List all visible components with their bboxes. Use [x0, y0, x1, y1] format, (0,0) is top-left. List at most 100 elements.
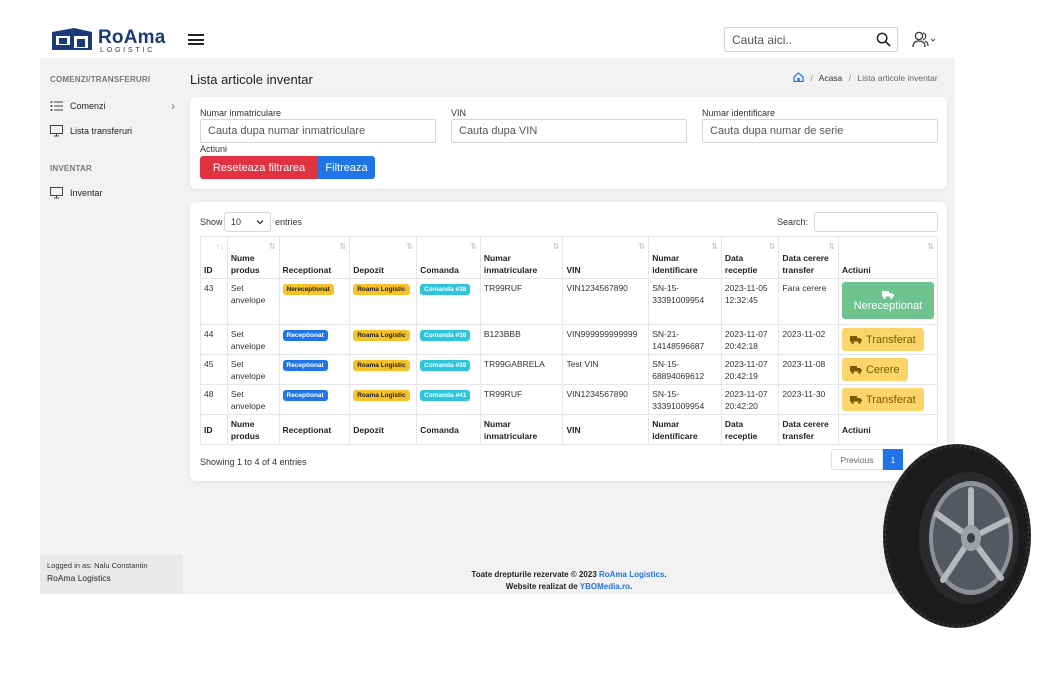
status-badge: Receptionat	[282, 360, 328, 371]
previous-page-button[interactable]: Previous	[831, 449, 883, 470]
breadcrumb-home[interactable]: Acasa	[819, 73, 843, 83]
sort-icon: ⇅	[711, 242, 718, 251]
transferat-button[interactable]: Transferat	[841, 388, 924, 411]
cell-transfer: 2023-11-30	[778, 384, 839, 415]
cell-product: Set anvelope	[226, 278, 280, 325]
logged-in-text: Logged in as: Nalu Constantin	[47, 561, 148, 570]
table-footer-row: ID Nume produs Receptionat Depozit Coman…	[200, 414, 939, 445]
cell-order: Comanda #38	[416, 278, 481, 325]
table-row: 43 Set anvelope Nereceptionat Roama Logi…	[200, 278, 939, 325]
company-link[interactable]: RoAma Logistics	[599, 570, 664, 579]
cell-vin: VIN1234567890	[562, 384, 650, 415]
sort-icon: ↑↓	[215, 242, 224, 251]
cell-received: 2023-11-07 20:42:20	[720, 384, 780, 415]
sort-icon: ⇅	[768, 242, 776, 251]
sidebar-item-transferuri[interactable]: Lista transferuri	[50, 124, 175, 140]
cerere-button[interactable]: Cerere	[841, 358, 908, 381]
transferat-button[interactable]: Transferat	[841, 328, 924, 351]
breadcrumb: / Acasa / Lista articole inventar	[793, 72, 938, 83]
nr-inmatriculare-label: Numar inmatriculare	[200, 108, 282, 118]
sidebar-user-info: Logged in as: Nalu Constantin RoAma Logi…	[40, 555, 183, 594]
column-footer: Numar inmatriculare	[479, 414, 564, 445]
brand-logo[interactable]: RoAma LOGISTIC	[50, 26, 170, 54]
inventory-table-panel: Show 10 entries Search: ↑↓ ID ⇅ Nume produ…	[190, 202, 947, 481]
status-badge: Receptionat	[282, 330, 328, 341]
column-header[interactable]: ⇅ Data receptie	[720, 236, 780, 279]
pagination-info: Showing 1 to 4 of 4 entries	[200, 457, 307, 467]
action-label: Transferat	[865, 333, 916, 346]
nr-inmatriculare-input[interactable]	[200, 119, 436, 143]
table-row: 45 Set anvelope Receptionat Roama Logist…	[200, 354, 939, 385]
truck-icon	[881, 290, 894, 299]
table-header-row: ↑↓ ID ⇅ Nume produs ⇅ Receptionat ⇅ Depozit …	[200, 236, 939, 279]
cell-serial: SN-15-33391009954	[648, 278, 722, 325]
action-label: Cerere	[865, 363, 900, 376]
sidebar-item-inventar[interactable]: Inventar	[50, 186, 175, 202]
cell-status: Receptionat	[278, 324, 351, 355]
cell-order: Comanda #38	[416, 324, 481, 355]
global-search	[724, 27, 898, 52]
column-header[interactable]: ⇅ Receptionat	[278, 236, 351, 279]
column-header[interactable]: ⇅ Data cerere transfer	[778, 236, 839, 279]
cell-transfer: Fara cerere	[778, 278, 839, 325]
table-search-input[interactable]	[814, 212, 938, 232]
cell-product: Set anvelope	[226, 354, 280, 385]
sidebar-item-label: Lista transferuri	[70, 126, 133, 136]
column-header[interactable]: ⇅ Actiuni	[837, 236, 939, 279]
column-footer: ID	[200, 414, 228, 445]
depot-badge: Roama Logistic	[353, 330, 410, 341]
nr-identificare-label: Numar identificare	[702, 108, 776, 118]
order-badge[interactable]: Comanda #38	[420, 330, 471, 341]
nr-identificare-input[interactable]	[702, 119, 938, 143]
vin-input[interactable]	[451, 119, 687, 143]
column-header[interactable]: ↑↓ ID	[200, 236, 228, 279]
reset-filter-button[interactable]: Reseteaza filtrarea	[200, 156, 318, 179]
truck-icon	[849, 396, 862, 404]
order-badge[interactable]: Comanda #41	[420, 390, 471, 401]
cell-order: Comanda #41	[416, 384, 481, 415]
developer-link[interactable]: YBOMedia.ro	[580, 582, 630, 591]
sort-icon: ⇅	[828, 242, 835, 251]
monitor-icon	[50, 187, 63, 199]
entries-value: 10	[231, 217, 242, 227]
list-icon	[50, 101, 63, 111]
sidebar-item-comenzi[interactable]: Comenzi ›	[50, 99, 175, 115]
column-footer: Data cerere transfer	[778, 414, 839, 445]
sort-icon: ⇅	[470, 242, 477, 251]
home-icon[interactable]	[793, 72, 804, 82]
column-header[interactable]: ⇅ Depozit	[349, 236, 418, 279]
sort-icon: ⇅	[927, 242, 934, 251]
table-search-label: Search:	[777, 217, 809, 227]
order-badge[interactable]: Comanda #39	[420, 360, 471, 371]
depot-badge: Roama Logistic	[353, 360, 410, 371]
cell-id: 43	[200, 278, 228, 325]
cell-received: 2023-11-07 20:42:18	[720, 324, 780, 355]
cell-status: Receptionat	[278, 384, 351, 415]
brand-subtitle: LOGISTIC	[100, 47, 156, 54]
global-search-input[interactable]	[725, 28, 870, 51]
top-navbar: RoAma LOGISTIC	[40, 22, 955, 58]
page-title: Lista articole inventar	[190, 72, 313, 87]
column-header[interactable]: ⇅ Nume produs	[226, 236, 280, 279]
depot-badge: Roama Logistic	[353, 284, 410, 295]
sidebar-section-orders: COMENZI/TRANSFERURI	[50, 75, 151, 84]
search-icon[interactable]	[876, 32, 891, 47]
column-header[interactable]: ⇅ VIN	[562, 236, 650, 279]
sort-icon: ⇅	[339, 242, 347, 251]
user-icon[interactable]	[912, 31, 936, 49]
hamburger-menu-icon[interactable]	[188, 32, 204, 48]
cell-transfer: 2023-11-08	[778, 354, 839, 385]
column-header[interactable]: ⇅ Numar inmatriculare	[479, 236, 564, 279]
show-label: Show	[200, 217, 223, 227]
sort-icon: ⇅	[268, 242, 276, 251]
apply-filter-button[interactable]: Filtreaza	[318, 156, 375, 179]
column-header[interactable]: ⇅ Numar identificare	[648, 236, 722, 279]
column-header[interactable]: ⇅ Comanda	[416, 236, 481, 279]
entries-select[interactable]: 10	[224, 212, 271, 232]
monitor-icon	[50, 125, 63, 137]
nereceptionat-button[interactable]: Nereceptionat	[841, 282, 934, 319]
cell-product: Set anvelope	[226, 384, 280, 415]
order-badge[interactable]: Comanda #38	[420, 284, 471, 295]
cell-received: 2023-11-05 12:32:45	[720, 278, 780, 325]
column-footer: VIN	[562, 414, 650, 445]
